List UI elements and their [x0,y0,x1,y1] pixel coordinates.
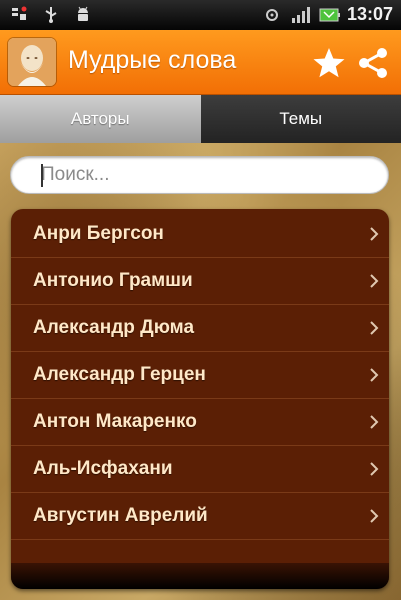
list-item[interactable]: Александр Герцен [11,352,389,399]
sage-portrait-icon[interactable] [8,38,56,86]
chevron-right-icon [370,415,379,429]
notification-icon [10,5,28,23]
chevron-right-icon [370,462,379,476]
app-title: Мудрые слова [68,46,237,74]
tab-bar: Авторы Темы [0,95,401,143]
chevron-right-icon [370,368,379,382]
author-name: Аль-Исфахани [33,458,173,479]
favorites-star-icon[interactable] [312,46,346,80]
tab-authors[interactable]: Авторы [0,95,201,143]
list-item[interactable]: Александр Дюма [11,305,389,352]
search-input[interactable] [39,163,373,187]
chevron-right-icon [370,274,379,288]
list-item[interactable]: Анри Бергсон [11,211,389,258]
signal-icon [291,6,310,24]
status-clock: 13:07 [346,4,393,24]
author-name: Антон Макаренко [33,411,197,432]
list-item[interactable]: Августин Аврелий [11,493,389,540]
status-bar: 13:07 [0,0,401,30]
author-name: Александр Герцен [33,364,206,385]
author-name: Августин Аврелий [33,505,208,526]
list-item[interactable]: Антон Макаренко [11,399,389,446]
author-name: Анри Бергсон [33,223,164,244]
chevron-right-icon [370,509,379,523]
tab-topics[interactable]: Темы [200,95,401,143]
usb-icon [42,5,60,23]
list-fade-edge [11,563,389,589]
action-bar: Мудрые слова [0,30,401,95]
author-name: Антонио Грамши [33,270,193,291]
share-icon[interactable] [356,46,390,80]
chevron-right-icon [370,227,379,241]
battery-icon [319,6,340,24]
list-item[interactable]: Антонио Грамши [11,258,389,305]
android-debug-icon [74,5,92,23]
search-box[interactable] [10,156,389,194]
content-area: Анри Бергсон Антонио Грамши Александр Дю… [0,143,401,600]
sync-icon [263,6,281,24]
text-cursor [41,164,43,187]
chevron-right-icon [370,321,379,335]
list-item[interactable]: Аль-Исфахани [11,446,389,493]
author-name: Александр Дюма [33,317,195,338]
authors-list[interactable]: Анри Бергсон Антонио Грамши Александр Дю… [11,209,389,589]
